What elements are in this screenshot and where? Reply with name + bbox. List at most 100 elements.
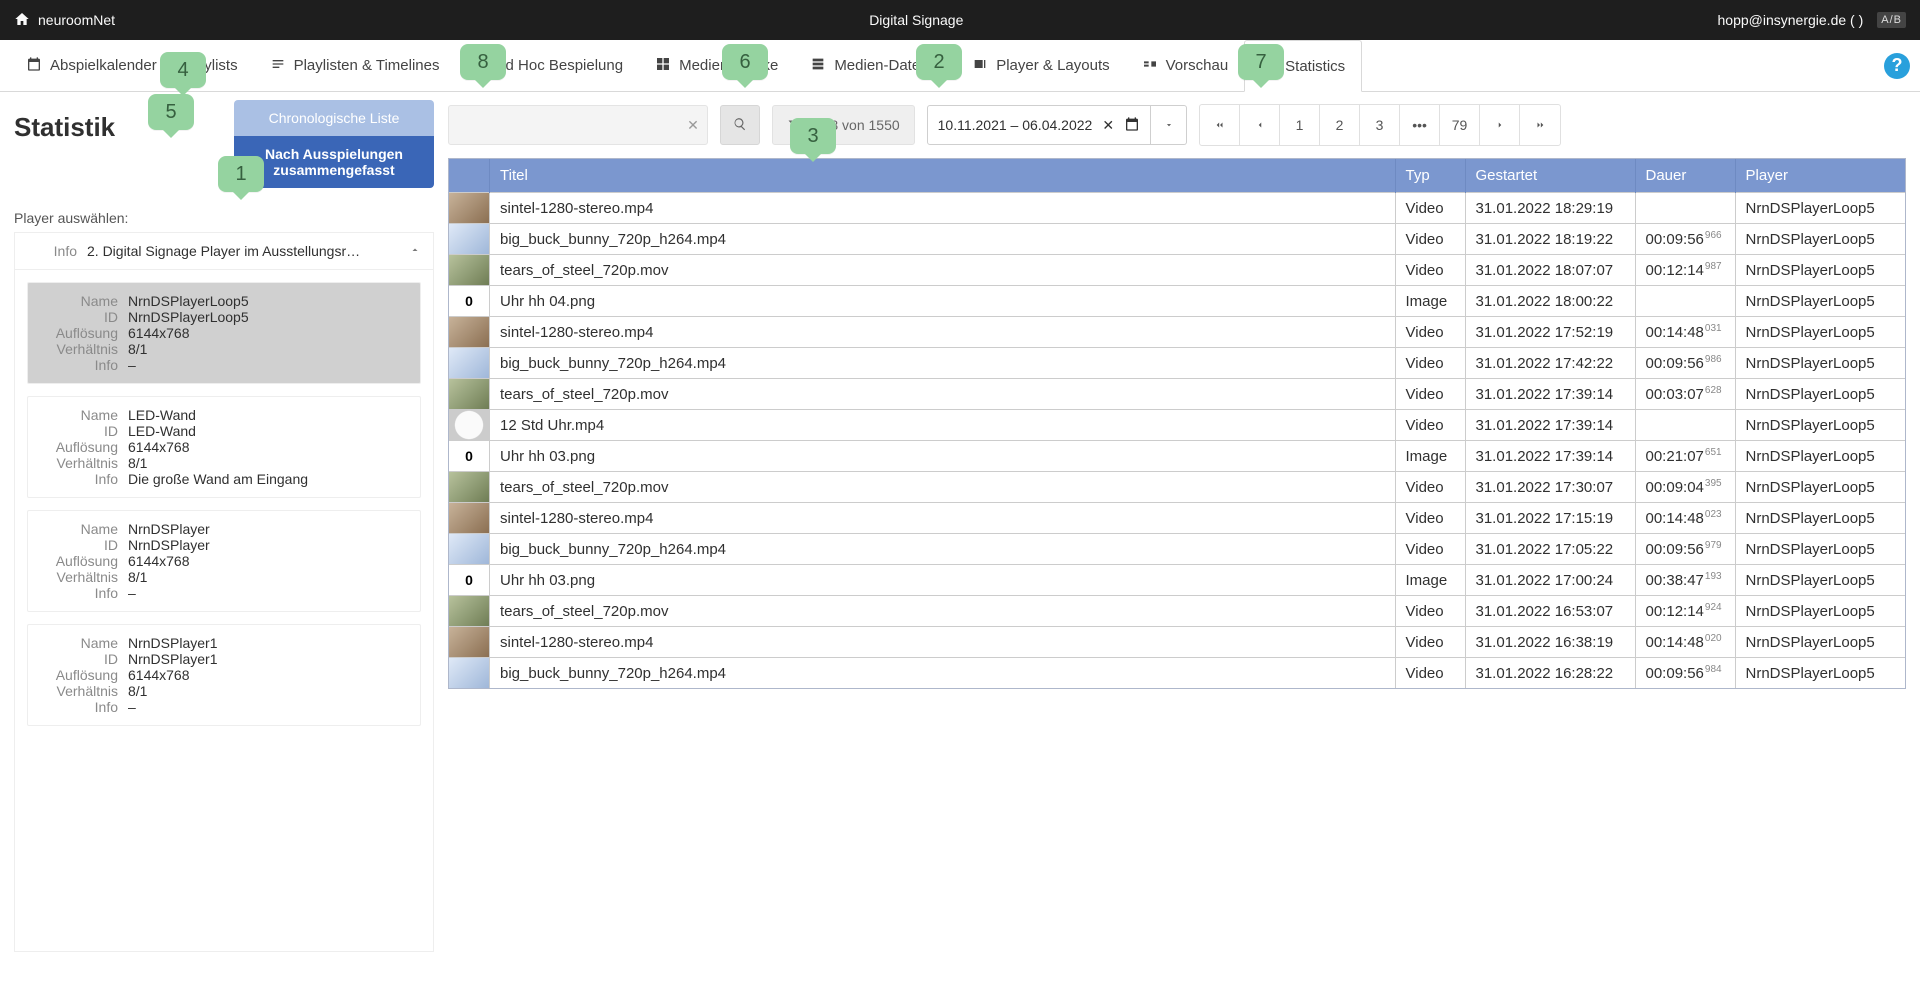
table-row[interactable]: big_buck_bunny_720p_h264.mp4Video31.01.2…	[449, 224, 1905, 255]
callout-4: 4	[160, 52, 206, 88]
pager-last[interactable]	[1520, 105, 1560, 145]
cell-title: sintel-1280-stereo.mp4	[490, 627, 1396, 658]
cell-started: 31.01.2022 17:52:19	[1465, 317, 1635, 348]
table-row[interactable]: 0Uhr hh 04.pngImage31.01.2022 18:00:22Nr…	[449, 286, 1905, 317]
player-card[interactable]: NameNrnDSPlayerLoop5IDNrnDSPlayerLoop5Au…	[27, 282, 421, 384]
cell-duration: 00:21:07651	[1635, 441, 1735, 472]
cell-started: 31.01.2022 17:30:07	[1465, 472, 1635, 503]
cell-duration: 00:09:56984	[1635, 658, 1735, 689]
home-icon	[14, 11, 30, 30]
player-card[interactable]: NameNrnDSPlayer1IDNrnDSPlayer1Auflösung6…	[27, 624, 421, 726]
view-chronological-button[interactable]: Chronologische Liste	[234, 100, 434, 136]
table-row[interactable]: 12 Std Uhr.mp4Video31.01.2022 17:39:14Nr…	[449, 410, 1905, 441]
player-list-scroll[interactable]: Info 2. Digital Signage Player im Ausste…	[14, 232, 434, 952]
player-field-value: 6144x768	[128, 667, 406, 683]
pager-page[interactable]: 79	[1440, 105, 1480, 145]
pager-page[interactable]: 2	[1320, 105, 1360, 145]
cell-thumb	[449, 348, 490, 379]
table-row[interactable]: big_buck_bunny_720p_h264.mp4Video31.01.2…	[449, 658, 1905, 689]
language-badge[interactable]: A/B	[1877, 12, 1906, 28]
cell-started: 31.01.2022 17:00:24	[1465, 565, 1635, 596]
calendar-icon	[1124, 116, 1140, 135]
table-row[interactable]: sintel-1280-stereo.mp4Video31.01.2022 17…	[449, 317, 1905, 348]
cell-typ: Image	[1395, 441, 1465, 472]
tab-icon	[1142, 56, 1158, 76]
table-row[interactable]: 0Uhr hh 03.pngImage31.01.2022 17:00:2400…	[449, 565, 1905, 596]
player-card[interactable]: NameNrnDSPlayerIDNrnDSPlayerAuflösung614…	[27, 510, 421, 612]
caret-down-icon	[1164, 117, 1174, 133]
cell-player: NrnDSPlayerLoop5	[1735, 472, 1905, 503]
cell-started: 31.01.2022 16:38:19	[1465, 627, 1635, 658]
table-row[interactable]: tears_of_steel_720p.movVideo31.01.2022 1…	[449, 472, 1905, 503]
cell-typ: Video	[1395, 534, 1465, 565]
th-started[interactable]: Gestartet	[1465, 159, 1635, 193]
callout-7: 7	[1238, 44, 1284, 80]
search-button[interactable]	[720, 105, 760, 145]
th-typ[interactable]: Typ	[1395, 159, 1465, 193]
table-row[interactable]: big_buck_bunny_720p_h264.mp4Video31.01.2…	[449, 348, 1905, 379]
pager-last-icon	[1535, 117, 1545, 133]
pager-page[interactable]: 3	[1360, 105, 1400, 145]
cell-typ: Video	[1395, 596, 1465, 627]
callout-8: 8	[460, 44, 506, 80]
tab-vorschau[interactable]: Vorschau	[1126, 40, 1245, 92]
table-row[interactable]: tears_of_steel_720p.movVideo31.01.2022 1…	[449, 379, 1905, 410]
th-duration[interactable]: Dauer	[1635, 159, 1735, 193]
callout-6: 6	[722, 44, 768, 80]
table-row[interactable]: big_buck_bunny_720p_h264.mp4Video31.01.2…	[449, 534, 1905, 565]
cell-started: 31.01.2022 18:00:22	[1465, 286, 1635, 317]
tab-abspielkalender-f-r-playlists[interactable]: Abspielkalender für Playlists	[10, 40, 254, 92]
cell-duration: 00:14:48031	[1635, 317, 1735, 348]
player-field-label: Verhältnis	[42, 455, 128, 471]
cell-duration	[1635, 410, 1735, 441]
cell-thumb	[449, 317, 490, 348]
player-field-label: Name	[42, 293, 128, 309]
player-field-label: Auflösung	[42, 439, 128, 455]
pager-next[interactable]	[1480, 105, 1520, 145]
player-card[interactable]: NameLED-WandIDLED-WandAuflösung6144x768V…	[27, 396, 421, 498]
th-player[interactable]: Player	[1735, 159, 1905, 193]
cell-duration: 00:12:14924	[1635, 596, 1735, 627]
cell-thumb	[449, 596, 490, 627]
tab-player-layouts[interactable]: Player & Layouts	[956, 40, 1125, 92]
cell-player: NrnDSPlayerLoop5	[1735, 317, 1905, 348]
cell-started: 31.01.2022 17:42:22	[1465, 348, 1635, 379]
tab-medien-bl-cke[interactable]: Medien-Blöcke	[639, 40, 794, 92]
cell-title: tears_of_steel_720p.mov	[490, 255, 1396, 286]
pager-prev-icon	[1255, 117, 1265, 133]
players-label: Player auswählen:	[14, 210, 434, 226]
table-row[interactable]: tears_of_steel_720p.movVideo31.01.2022 1…	[449, 255, 1905, 286]
date-range-box[interactable]: 10.11.2021 – 06.04.2022 ✕	[927, 105, 1151, 145]
pager-page[interactable]: •••	[1400, 105, 1440, 145]
clear-date-icon[interactable]: ✕	[1102, 117, 1114, 134]
player-field-value: NrnDSPlayer	[128, 521, 406, 537]
tab-playlisten-timelines[interactable]: Playlisten & Timelines	[254, 40, 456, 92]
page-title: Statistik	[14, 112, 115, 143]
pager-first[interactable]	[1200, 105, 1240, 145]
brand[interactable]: neuroomNet	[14, 11, 115, 30]
search-input[interactable]	[449, 117, 679, 133]
cell-duration: 00:09:56966	[1635, 224, 1735, 255]
player-context-info[interactable]: Info 2. Digital Signage Player im Ausste…	[15, 233, 433, 270]
cell-title: tears_of_steel_720p.mov	[490, 379, 1396, 410]
pager-page[interactable]: 1	[1280, 105, 1320, 145]
cell-player: NrnDSPlayerLoop5	[1735, 255, 1905, 286]
cell-duration	[1635, 286, 1735, 317]
pager-prev[interactable]	[1240, 105, 1280, 145]
player-field-label: Auflösung	[42, 325, 128, 341]
user-label[interactable]: hopp@insynergie.de ( )	[1718, 12, 1864, 28]
th-title[interactable]: Titel	[490, 159, 1396, 193]
player-field-label: Info	[42, 471, 128, 487]
help-icon[interactable]: ?	[1884, 53, 1910, 79]
date-range-dropdown[interactable]	[1151, 105, 1187, 145]
cell-started: 31.01.2022 17:05:22	[1465, 534, 1635, 565]
table-row[interactable]: sintel-1280-stereo.mp4Video31.01.2022 18…	[449, 193, 1905, 224]
table-row[interactable]: sintel-1280-stereo.mp4Video31.01.2022 17…	[449, 503, 1905, 534]
table-row[interactable]: tears_of_steel_720p.movVideo31.01.2022 1…	[449, 596, 1905, 627]
view-grouped-button[interactable]: Nach Ausspielungen zusammengefasst	[234, 136, 434, 188]
clear-search-icon[interactable]: ✕	[679, 117, 707, 134]
table-row[interactable]: sintel-1280-stereo.mp4Video31.01.2022 16…	[449, 627, 1905, 658]
player-field-value: 8/1	[128, 569, 406, 585]
table-row[interactable]: 0Uhr hh 03.pngImage31.01.2022 17:39:1400…	[449, 441, 1905, 472]
cell-thumb	[449, 224, 490, 255]
